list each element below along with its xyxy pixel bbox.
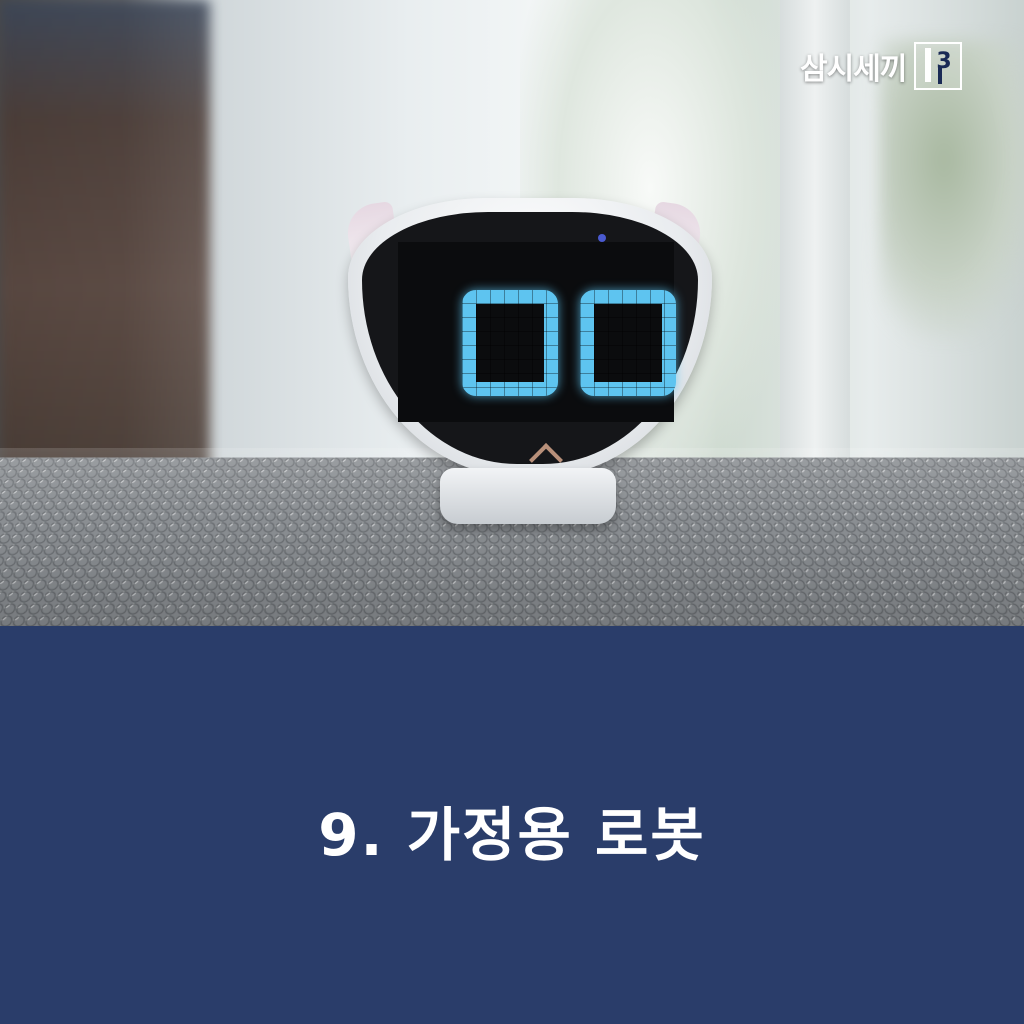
camera-icon [598,234,606,242]
robot-stand [440,468,616,524]
home-robot [340,192,720,532]
logo-season-badge: 3 [914,42,963,90]
photo: 삼시세끼 3 [0,0,1024,626]
logo-text: 삼시세끼 [800,52,907,87]
caption-title: 9. 가정용 로봇 [318,801,706,869]
robot-left-eye [462,290,558,396]
background-curtain [0,0,210,480]
robot-head [348,198,712,477]
robot-right-eye [580,290,676,396]
show-logo: 삼시세끼 3 [800,42,963,90]
robot-face [362,212,698,477]
